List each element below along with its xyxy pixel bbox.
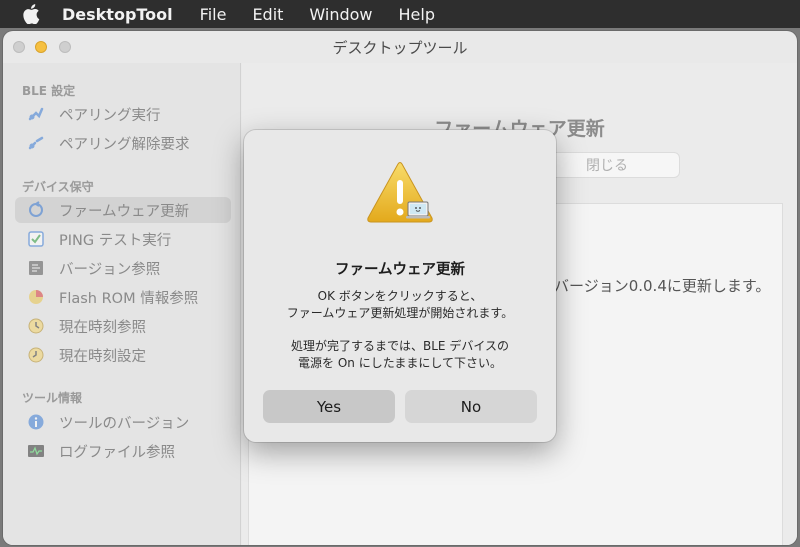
info-icon: [27, 413, 45, 431]
pie-chart-icon: [27, 288, 45, 306]
update-message: バージョン0.0.4に更新します。: [554, 277, 771, 295]
document-icon: [27, 259, 45, 277]
sidebar-section-ble: BLE 設定: [22, 84, 76, 98]
pairing-icon: [27, 105, 45, 123]
dialog-title: ファームウェア更新: [334, 262, 466, 278]
window-title: デスクトップツール: [332, 38, 468, 57]
sidebar-item-unpairing[interactable]: ペアリング解除要求: [15, 130, 231, 156]
menu-window[interactable]: Window: [309, 5, 372, 24]
sidebar-item-label: Flash ROM 情報参照: [59, 290, 199, 307]
apple-logo-icon[interactable]: [20, 3, 42, 25]
sidebar-item-label: ログファイル参照: [59, 444, 175, 461]
unpairing-icon: [27, 134, 45, 152]
menu-file[interactable]: File: [200, 5, 227, 24]
clock-gear-icon: [27, 346, 45, 364]
no-button[interactable]: No: [405, 390, 537, 423]
sidebar-item-ping-test[interactable]: PING テスト実行: [15, 226, 231, 252]
confirm-dialog: ファームウェア更新 OK ボタンをクリックすると、 ファームウェア更新処理が開始…: [244, 130, 556, 442]
menu-app-name[interactable]: DesktopTool: [62, 5, 173, 24]
sidebar-item-flash-rom[interactable]: Flash ROM 情報参照: [15, 284, 231, 310]
firmware-update-icon: [27, 201, 45, 219]
clock-icon: [27, 317, 45, 335]
sidebar-item-version[interactable]: バージョン参照: [15, 255, 231, 281]
sidebar-item-current-time-view[interactable]: 現在時刻参照: [15, 313, 231, 339]
sidebar-item-label: ペアリング実行: [59, 107, 161, 124]
dialog-message-line: OK ボタンをクリックすると、: [317, 289, 483, 303]
sidebar-item-label: ファームウェア更新: [59, 203, 190, 220]
sidebar-item-label: 現在時刻設定: [59, 348, 146, 365]
menu-bar: DesktopTool File Edit Window Help: [0, 0, 800, 28]
sidebar-item-label: ペアリング解除要求: [59, 136, 190, 153]
menu-edit[interactable]: Edit: [252, 5, 283, 24]
sidebar-item-firmware-update[interactable]: ファームウェア更新: [15, 197, 231, 223]
dialog-message-line: 処理が完了するまでは、BLE デバイスの: [291, 339, 509, 353]
sidebar-section-tool-info: ツール情報: [22, 391, 83, 405]
minimize-window-button[interactable]: [35, 41, 47, 53]
menu-help[interactable]: Help: [399, 5, 435, 24]
sidebar-item-log-file[interactable]: ログファイル参照: [15, 438, 231, 464]
title-bar: デスクトップツール: [3, 31, 797, 63]
close-window-button[interactable]: [13, 41, 25, 53]
checkbox-icon: [27, 230, 45, 248]
sidebar-item-pairing[interactable]: ペアリング実行: [15, 101, 231, 127]
sidebar-item-tool-version[interactable]: ツールのバージョン: [15, 409, 231, 435]
sidebar: BLE 設定 ペアリング実行 ペアリング解除要求 デバイス保守 ファームウェア更…: [3, 63, 241, 545]
sidebar-item-label: ツールのバージョン: [59, 415, 190, 432]
sidebar-section-device: デバイス保守: [22, 180, 94, 194]
log-monitor-icon: [27, 442, 45, 460]
dialog-message-line: 電源を On にしたままにして下さい。: [298, 356, 502, 370]
dialog-message-line: ファームウェア更新処理が開始されます。: [286, 306, 514, 320]
warning-icon: [362, 160, 438, 226]
sidebar-item-current-time-set[interactable]: 現在時刻設定: [15, 342, 231, 368]
sidebar-item-label: バージョン参照: [59, 261, 161, 278]
zoom-window-button[interactable]: [59, 41, 71, 53]
sidebar-item-label: PING テスト実行: [59, 232, 172, 249]
sidebar-item-label: 現在時刻参照: [59, 319, 146, 336]
yes-button[interactable]: Yes: [263, 390, 395, 423]
